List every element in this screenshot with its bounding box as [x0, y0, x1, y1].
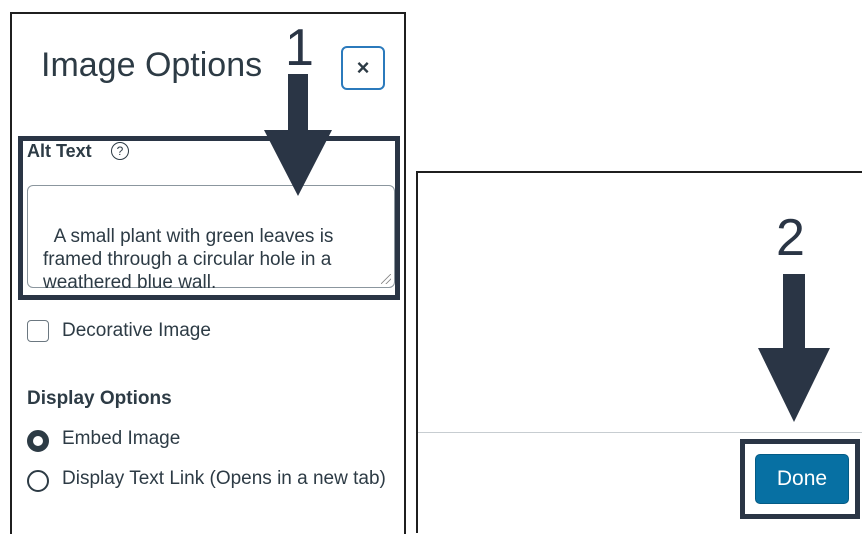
display-text-link-label[interactable]: Display Text Link (Opens in a new tab) [62, 468, 386, 490]
embed-image-radio[interactable] [27, 430, 49, 452]
alt-text-input[interactable]: A small plant with green leaves is frame… [27, 185, 395, 293]
display-text-link-radio[interactable] [27, 470, 49, 492]
close-button[interactable]: × [341, 46, 385, 90]
decorative-image-checkbox[interactable] [27, 320, 49, 342]
alt-text-label: Alt Text [27, 141, 92, 161]
dialog-title: Image Options [41, 46, 263, 84]
close-icon: × [356, 55, 370, 80]
footer-divider [418, 432, 862, 433]
step-2-arrow-icon [758, 274, 830, 422]
step-1-number: 1 [285, 19, 314, 77]
embed-image-label[interactable]: Embed Image [62, 428, 180, 450]
step-2-number: 2 [776, 209, 805, 267]
decorative-image-label[interactable]: Decorative Image [62, 320, 211, 342]
done-button[interactable]: Done [755, 454, 849, 504]
help-icon[interactable]: ? [111, 142, 129, 160]
step-1-arrow-icon [264, 74, 332, 196]
resize-grip-icon[interactable] [381, 274, 391, 284]
display-options-heading: Display Options [27, 388, 172, 409]
alt-text-value: A small plant with green leaves is frame… [43, 226, 334, 293]
